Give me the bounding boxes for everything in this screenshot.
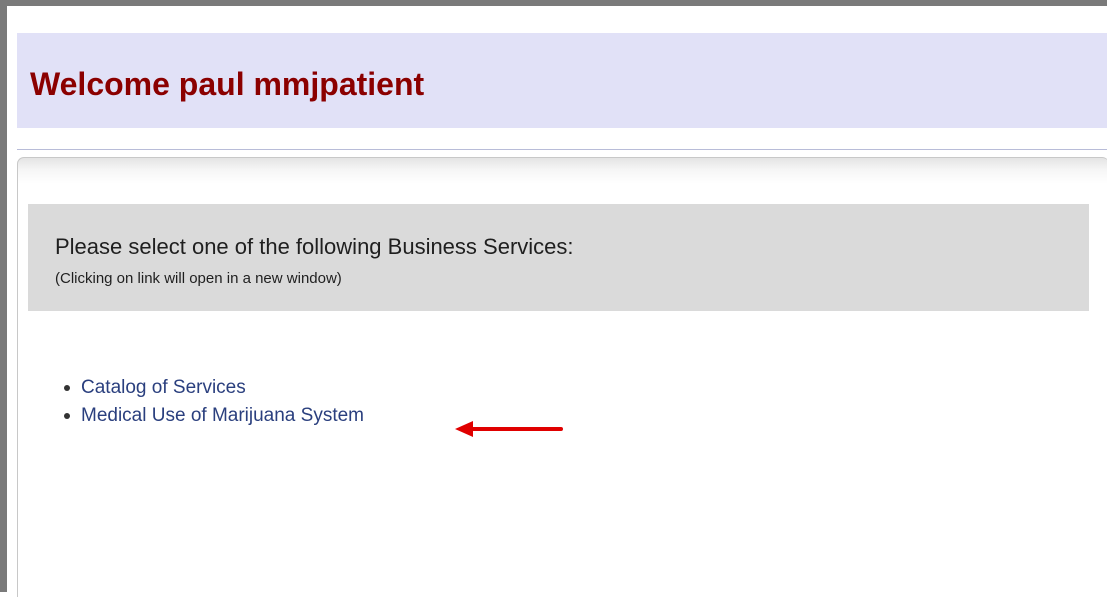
- catalog-of-services-link[interactable]: Catalog of Services: [81, 377, 246, 398]
- header-divider: [17, 149, 1107, 150]
- left-arrow-annotation-icon: [455, 421, 563, 437]
- service-link-list: Catalog of Services Medical Use of Marij…: [64, 376, 364, 432]
- welcome-heading: Welcome paul mmjpatient: [30, 66, 425, 102]
- services-note: (Clicking on link will open in a new win…: [55, 270, 342, 287]
- services-prompt: Please select one of the following Busin…: [55, 234, 574, 259]
- services-instruction-box: Please select one of the following Busin…: [28, 204, 1089, 311]
- header-banner: Welcome paul mmjpatient: [17, 33, 1107, 128]
- list-item: Medical Use of Marijuana System: [64, 404, 364, 432]
- bullet-icon: [64, 385, 70, 391]
- bullet-icon: [64, 413, 70, 419]
- medical-use-of-marijuana-system-link[interactable]: Medical Use of Marijuana System: [81, 405, 364, 426]
- list-item: Catalog of Services: [64, 376, 364, 404]
